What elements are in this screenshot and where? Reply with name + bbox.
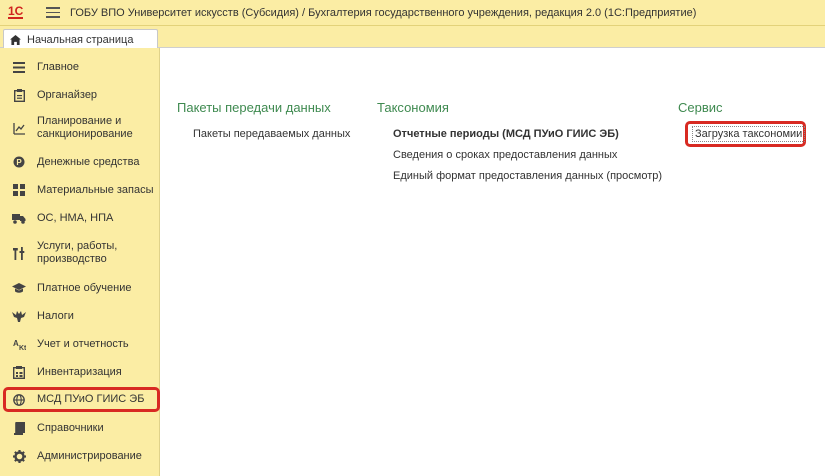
tools-icon bbox=[12, 246, 26, 260]
sidebar-item-label: Учет и отчетность bbox=[37, 337, 129, 350]
menu-lines-icon bbox=[12, 60, 26, 74]
clipboard-icon bbox=[12, 88, 26, 102]
grid-blocks-icon bbox=[12, 183, 26, 197]
globe-icon bbox=[12, 393, 26, 407]
link-submission-deadlines[interactable]: Сведения о сроках предоставления данных bbox=[393, 149, 617, 161]
link-reporting-periods[interactable]: Отчетные периоды (МСД ПУиО ГИИС ЭБ) bbox=[393, 128, 619, 140]
sidebar-item-accounting[interactable]: A Kt Учет и отчетность bbox=[0, 336, 160, 352]
link-unified-format-view[interactable]: Единый формат предоставления данных (про… bbox=[393, 170, 662, 182]
window-title: ГОБУ ВПО Университет искусств (Субсидия)… bbox=[70, 6, 697, 19]
sidebar-item-main[interactable]: Главное bbox=[0, 59, 160, 75]
sidebar-item-label: Инвентаризация bbox=[37, 365, 122, 378]
sidebar-item-label: ОС, НМА, НПА bbox=[37, 211, 114, 224]
section-title-service: Сервис bbox=[678, 100, 723, 115]
svg-text:Kt: Kt bbox=[19, 345, 26, 351]
sidebar-item-label: Планирование и санкционирование bbox=[37, 115, 133, 140]
sidebar-item-label: Денежные средства bbox=[37, 155, 140, 168]
truck-icon bbox=[12, 211, 26, 225]
sidebar-item-label: Органайзер bbox=[37, 88, 98, 101]
gear-icon bbox=[12, 449, 26, 463]
link-transmitted-packages[interactable]: Пакеты передаваемых данных bbox=[193, 128, 350, 140]
sidebar-item-fixed-assets[interactable]: ОС, НМА, НПА bbox=[0, 210, 160, 226]
graduation-cap-icon bbox=[12, 281, 26, 295]
svg-text:Р: Р bbox=[16, 158, 22, 167]
home-icon bbox=[10, 34, 21, 45]
accounting-icon: A Kt bbox=[12, 337, 26, 351]
tab-home-page[interactable]: Начальная страница bbox=[3, 29, 158, 49]
tab-label: Начальная страница bbox=[27, 33, 134, 46]
book-icon bbox=[12, 421, 26, 435]
sidebar-item-label: Платное обучение bbox=[37, 281, 132, 294]
1c-logo[interactable]: 1С bbox=[8, 5, 34, 20]
section-title-taxonomy: Таксономия bbox=[377, 100, 449, 115]
sidebar-item-label: Материальные запасы bbox=[37, 183, 154, 196]
title-bar: 1С ГОБУ ВПО Университет искусств (Субсид… bbox=[0, 0, 825, 26]
sidebar-item-references[interactable]: Справочники bbox=[0, 420, 160, 436]
link-load-taxonomy[interactable]: Загрузка таксономии bbox=[692, 126, 806, 142]
sidebar-item-label: Главное bbox=[37, 60, 80, 73]
sidebar-item-taxes[interactable]: Налоги bbox=[0, 308, 160, 324]
sidebar-item-label: Услуги, работы, производство bbox=[37, 240, 118, 265]
sidebar-item-organizer[interactable]: Органайзер bbox=[0, 87, 160, 103]
sidebar-item-materials[interactable]: Материальные запасы bbox=[0, 182, 160, 198]
sidebar-item-paid-education[interactable]: Платное обучение bbox=[0, 280, 160, 296]
sidebar-item-label: Справочники bbox=[37, 421, 104, 434]
sidebar-item-label: Налоги bbox=[37, 309, 74, 322]
sidebar-item-label: МСД ПУиО ГИИС ЭБ bbox=[37, 393, 145, 405]
main-menu-icon[interactable] bbox=[46, 7, 60, 18]
sidebar-item-planning[interactable]: Планирование и санкционирование bbox=[0, 114, 160, 142]
sidebar-item-inventory[interactable]: Инвентаризация bbox=[0, 364, 160, 380]
eagle-icon bbox=[12, 309, 26, 323]
sidebar-item-services[interactable]: Услуги, работы, производство bbox=[0, 239, 160, 267]
section-title-packages: Пакеты передачи данных bbox=[177, 100, 331, 115]
sidebar-item-label: Администрирование bbox=[37, 449, 142, 462]
planning-chart-icon bbox=[12, 121, 26, 135]
sidebar: Главное Органайзер Планирование и санкци… bbox=[0, 48, 160, 476]
inventory-icon bbox=[12, 365, 26, 379]
coin-icon: Р bbox=[12, 155, 26, 169]
sidebar-item-money[interactable]: Р Денежные средства bbox=[0, 154, 160, 170]
sidebar-item-msd-giis-eb[interactable]: МСД ПУиО ГИИС ЭБ bbox=[3, 387, 160, 412]
sidebar-item-administration[interactable]: Администрирование bbox=[0, 448, 160, 464]
tab-bar: Начальная страница bbox=[0, 26, 825, 49]
